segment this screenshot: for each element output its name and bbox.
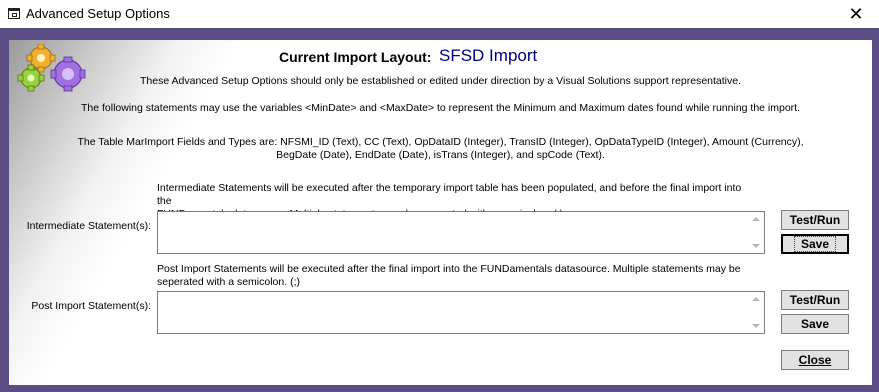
intermediate-description-line1: Intermediate Statements will be executed… [157,182,742,207]
intermediate-save-button[interactable]: Save [781,234,849,254]
current-import-layout-label: Current Import Layout: [279,49,432,65]
post-import-description-line2: seperated with a semicolon. (;) [157,276,300,288]
support-warning-note: These Advanced Setup Options should only… [139,75,742,87]
scroll-up-arrow-icon[interactable] [752,297,760,301]
window-icon [8,8,20,19]
post-import-statement-label: Post Import Statement(s): [31,300,151,312]
fields-note-line1: The Table MarImport Fields and Types are… [77,136,804,148]
post-import-save-button[interactable]: Save [781,314,849,334]
dialog-client-area: Current Import Layout: SFSD Import These… [9,40,872,385]
scroll-down-arrow-icon[interactable] [752,244,760,248]
dialog-frame: Current Import Layout: SFSD Import These… [0,28,879,392]
title-bar[interactable]: Advanced Setup Options ✕ [0,0,879,28]
close-button[interactable]: Close [781,350,849,370]
post-import-description: Post Import Statements will be executed … [157,263,757,289]
scroll-down-arrow-icon[interactable] [752,324,760,328]
post-import-statement-input[interactable] [157,291,765,334]
current-import-layout-value: SFSD Import [439,46,538,65]
post-import-test-run-button[interactable]: Test/Run [781,290,849,310]
post-import-scrollbar[interactable] [749,292,764,333]
intermediate-statement-input[interactable] [157,211,765,254]
intermediate-test-run-button[interactable]: Test/Run [781,210,849,230]
date-variables-note: The following statements may use the var… [80,102,801,114]
scroll-up-arrow-icon[interactable] [752,217,760,221]
intermediate-statement-label: Intermediate Statement(s): [26,220,151,232]
post-import-description-line1: Post Import Statements will be executed … [157,263,741,275]
window-title: Advanced Setup Options [26,6,170,21]
advanced-setup-window: Advanced Setup Options ✕ Current Import … [0,0,879,392]
fields-note-line2: BegDate (Date), EndDate (Date), isTrans … [276,149,605,161]
close-window-button[interactable]: ✕ [833,0,879,28]
intermediate-scrollbar[interactable] [749,212,764,253]
